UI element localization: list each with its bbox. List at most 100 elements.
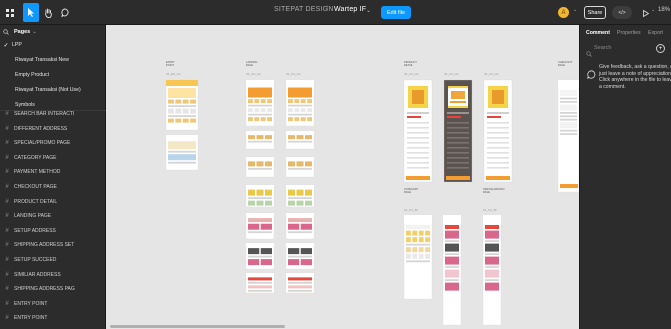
layer-item[interactable]: # DIFFERENT ADDRESS <box>0 122 106 136</box>
avatar-chevron-icon[interactable]: ⌄ <box>573 7 577 13</box>
play-chevron-icon[interactable]: ⌄ <box>651 7 655 13</box>
layer-item[interactable]: # SHIPPING ADDRESS SET <box>0 238 106 252</box>
share-button[interactable]: Share <box>584 6 606 19</box>
screen-block <box>406 225 430 229</box>
edit-file-button[interactable]: Edit file <box>381 6 411 19</box>
avatar[interactable]: A <box>558 7 569 18</box>
screen-tile <box>406 230 411 236</box>
layer-item[interactable]: # CATEGORY PAGE <box>0 151 106 165</box>
layer-item-label: ENTRY POINT <box>14 315 48 322</box>
screen-tile <box>168 118 174 123</box>
screen-block <box>288 140 312 143</box>
frame-name[interactable]: 01_O1_Ho <box>286 72 301 76</box>
layer-item[interactable]: # SETUP SUCCEED <box>0 253 106 267</box>
screen-tile <box>296 161 304 167</box>
tab-export[interactable]: Export <box>648 30 663 36</box>
screen-block <box>560 133 577 135</box>
screen-tile <box>425 230 430 236</box>
screen-block <box>288 231 312 234</box>
screen-block <box>560 122 577 129</box>
product-text-line <box>487 137 509 139</box>
search-icon[interactable] <box>2 27 10 37</box>
screen-header <box>404 215 432 223</box>
screen-tile <box>412 247 418 253</box>
page-item[interactable]: Riwayat Transaksi (Not Use) <box>0 84 106 96</box>
layer-item[interactable]: # ENTRY POINT <box>0 311 106 325</box>
comment-tool-icon[interactable] <box>59 3 72 22</box>
screen-tile <box>260 117 266 122</box>
layer-item[interactable]: # PRODUCT DETAIL <box>0 195 106 209</box>
page-item[interactable]: Empty Product <box>0 69 106 81</box>
screen-block <box>445 266 459 268</box>
play-icon[interactable] <box>641 4 651 23</box>
frame-icon: # <box>5 169 9 176</box>
layer-item[interactable]: # LANDING PAGE <box>0 209 106 223</box>
screen-header <box>166 80 198 86</box>
screen-tile <box>296 200 304 206</box>
move-tool-icon[interactable] <box>23 3 39 22</box>
product-text-line <box>447 132 469 134</box>
screen-block <box>248 255 272 258</box>
frame-name[interactable]: 01_O1_Bt <box>483 208 497 212</box>
comment-search-input[interactable]: Search <box>594 45 611 51</box>
screen-block <box>168 88 196 98</box>
frame-name[interactable]: 01_EP_Ho <box>166 72 181 76</box>
screen-tile <box>294 117 300 122</box>
layer-item-label: CATEGORY PAGE <box>14 154 57 161</box>
layer-item[interactable]: # ENTRY POINT <box>0 297 106 311</box>
layer-item[interactable]: # SHIPPING ADDRESS PAG <box>0 282 106 296</box>
layer-item[interactable]: # SEARCH BAR INTERACTI <box>0 107 106 121</box>
frame-name[interactable]: 01_O1_Ho <box>484 72 499 76</box>
frame-name[interactable]: 01_O1_Ho <box>404 72 419 76</box>
layer-item[interactable]: # SPECIAL/PROMO PAGE <box>0 136 106 150</box>
project-name[interactable]: SITEPAT DESIGN <box>274 6 334 13</box>
screen-tile <box>307 108 312 113</box>
layer-item[interactable]: # PAYMENT METHOD <box>0 165 106 179</box>
layer-item[interactable]: # CHECKOUT PAGE <box>0 180 106 194</box>
screen-tile <box>296 189 304 196</box>
scrollbar-thumb[interactable] <box>110 325 285 328</box>
layer-item-label: SEARCH BAR INTERACTI <box>14 111 75 117</box>
frame-name[interactable]: 01_O1_Bt <box>404 208 418 212</box>
screen-header <box>286 157 314 160</box>
hand-tool-icon[interactable] <box>42 3 55 22</box>
screen-block <box>248 87 272 98</box>
screen-block <box>288 255 312 258</box>
product-text-line <box>407 162 429 164</box>
screen-block <box>485 266 499 268</box>
frame-name[interactable]: 01_O1_Ho <box>444 72 459 76</box>
figma-menu-icon[interactable] <box>3 3 17 22</box>
layer-item[interactable]: # SIMILIAR ADDRESS <box>0 268 106 282</box>
app-screen <box>245 156 275 178</box>
dev-mode-button[interactable]: </> <box>612 6 632 19</box>
screen-tile <box>305 161 312 167</box>
screen-block <box>248 140 272 143</box>
chevron-down-icon[interactable]: ⌄ <box>366 7 371 14</box>
screen-tile <box>305 200 312 206</box>
screen-block <box>560 97 577 100</box>
product-image-inner <box>492 90 504 104</box>
screen-block <box>560 104 577 111</box>
zoom-level[interactable]: 18% <box>658 7 670 13</box>
design-canvas[interactable]: ENTRY POINT 01_EP_Ho LANDING PAGE 01_OC_Ho 0… <box>106 25 579 329</box>
add-comment-icon[interactable]: + <box>656 44 665 53</box>
tab-comment[interactable]: Comment <box>586 30 610 36</box>
layer-item-label: PRODUCT DETAIL <box>14 198 58 205</box>
page-item[interactable]: Riwayat Transaksi New <box>0 54 106 66</box>
section-label: CHECKOUT PAGE <box>558 61 573 67</box>
page-item[interactable]: ✓ LPP <box>0 39 106 51</box>
screen-tile <box>175 108 182 114</box>
file-name[interactable]: Wartep IF <box>334 6 366 13</box>
product-text-line <box>407 142 429 144</box>
screen-block <box>168 115 196 117</box>
frame-name[interactable]: 01_OC_Ho <box>246 72 261 76</box>
app-screen <box>285 130 315 150</box>
layer-item[interactable]: # SETUP ADDRESS <box>0 224 106 238</box>
frame-icon: # <box>5 286 9 293</box>
screen-block <box>288 277 312 281</box>
horizontal-scrollbar[interactable] <box>106 325 579 328</box>
product-price <box>487 116 501 118</box>
product-text-line <box>407 152 429 154</box>
pages-heading[interactable]: Pages ⌄ <box>14 29 37 35</box>
tab-properties[interactable]: Properties <box>617 30 641 36</box>
